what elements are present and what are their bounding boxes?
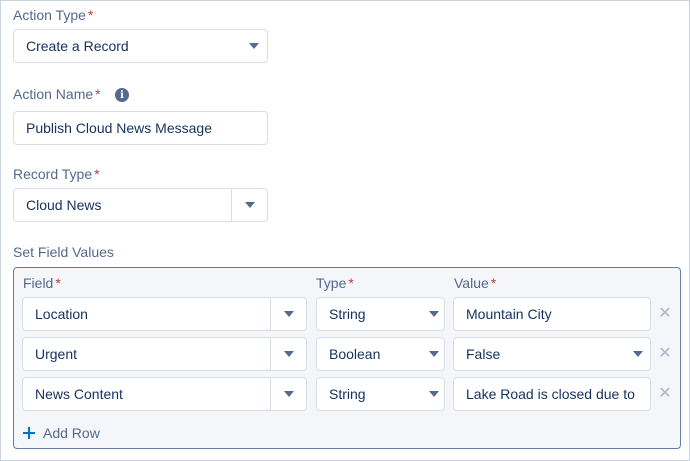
row-type-select[interactable]: String: [316, 297, 445, 331]
chevron-down-icon: [284, 391, 294, 397]
action-name-input[interactable]: Publish Cloud News Message: [13, 111, 268, 145]
record-type-value: Cloud News: [26, 197, 102, 213]
chevron-down-icon: [633, 351, 643, 357]
row-type-select[interactable]: String: [316, 377, 445, 411]
row-value-text: Lake Road is closed due to: [466, 386, 635, 402]
action-type-select[interactable]: Create a Record: [13, 29, 268, 63]
chevron-down-icon: [284, 351, 294, 357]
action-type-label: Action Type *: [13, 7, 93, 23]
field-dropdown-button[interactable]: [270, 378, 306, 410]
chevron-down-icon: [429, 311, 439, 317]
action-name-label: Action Name *: [13, 86, 101, 102]
row-type-value: String: [329, 306, 366, 322]
add-row-button[interactable]: Add Row: [23, 425, 100, 441]
chevron-down-icon: [429, 391, 439, 397]
type-column-header: Type *: [316, 275, 354, 291]
info-icon[interactable]: i: [115, 88, 129, 102]
row-type-value: String: [329, 386, 366, 402]
field-column-header: Field *: [23, 275, 61, 291]
row-value-input[interactable]: Mountain City: [453, 297, 651, 331]
record-type-label-text: Record Type: [13, 166, 93, 182]
required-asterisk: *: [95, 86, 101, 102]
info-icon-glyph: i: [120, 89, 124, 101]
required-asterisk: *: [490, 275, 497, 291]
field-dropdown-button[interactable]: [270, 298, 306, 330]
close-icon[interactable]: ✕: [657, 346, 673, 362]
field-dropdown-button[interactable]: [270, 338, 306, 370]
row-field-lookup[interactable]: News Content: [22, 377, 307, 411]
required-asterisk: *: [55, 275, 61, 291]
row-field-lookup[interactable]: Urgent: [22, 337, 307, 371]
close-icon[interactable]: ✕: [657, 386, 673, 402]
row-value-text: False: [466, 346, 501, 362]
row-field-lookup[interactable]: Location: [22, 297, 307, 331]
chevron-down-icon: [429, 351, 439, 357]
action-type-label-text: Action Type: [13, 7, 86, 23]
set-field-values-label: Set Field Values: [13, 244, 114, 260]
add-row-label: Add Row: [43, 425, 100, 441]
action-name-value: Publish Cloud News Message: [26, 120, 212, 136]
required-asterisk: *: [94, 166, 100, 182]
row-value-select[interactable]: False: [453, 337, 651, 371]
required-asterisk: *: [348, 275, 354, 291]
row-type-value: Boolean: [329, 346, 381, 362]
field-header-text: Field: [23, 275, 54, 291]
row-field-value: News Content: [35, 386, 123, 402]
record-type-dropdown-button[interactable]: [231, 189, 267, 221]
action-name-label-text: Action Name: [13, 86, 94, 102]
type-header-text: Type: [316, 275, 347, 291]
required-asterisk: *: [87, 7, 94, 23]
value-column-header: Value *: [454, 275, 496, 291]
action-type-value: Create a Record: [26, 38, 129, 54]
plus-icon: [23, 427, 35, 439]
record-type-label: Record Type *: [13, 166, 100, 182]
action-form: Action Type * Create a Record Action Name…: [0, 0, 690, 461]
value-header-text: Value: [454, 275, 489, 291]
chevron-down-icon: [245, 202, 255, 208]
row-value-input[interactable]: Lake Road is closed due to: [453, 377, 651, 411]
record-type-lookup[interactable]: Cloud News: [13, 188, 268, 222]
close-icon[interactable]: ✕: [657, 306, 673, 322]
chevron-down-icon: [284, 311, 294, 317]
row-value-text: Mountain City: [466, 306, 552, 322]
row-field-value: Urgent: [35, 346, 78, 362]
chevron-down-icon: [249, 43, 259, 49]
row-type-select[interactable]: Boolean: [316, 337, 445, 371]
row-field-value: Location: [35, 306, 88, 322]
